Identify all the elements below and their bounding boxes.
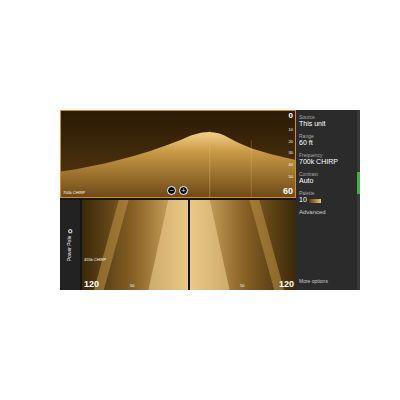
page: 0 10 20 30 40 50 60 700k CHIRP −+ Power Pole 455k … [0, 0, 400, 400]
zoom-button[interactable]: + [179, 186, 188, 195]
sonar-screen: 0 10 20 30 40 50 60 700k CHIRP −+ Power Pole 455k … [60, 110, 360, 290]
power-pole-icon [68, 229, 72, 233]
sidescan-image [190, 200, 296, 290]
zoom-button[interactable]: − [167, 186, 176, 195]
mid-label: 50 [240, 284, 244, 288]
menu-panel: SourceThis unit Range60 ft Frequency700k C… [296, 110, 360, 290]
range-label: 120 [279, 280, 294, 289]
mid-label: 50 [130, 284, 134, 288]
scale-tick: 50 [289, 175, 293, 179]
menu-value: 10 [299, 196, 307, 205]
sidescan-image [82, 200, 188, 290]
menu-item[interactable]: Advanced [299, 209, 354, 217]
scale-tick: 40 [289, 163, 293, 167]
menu-value: 700k CHIRP [299, 158, 338, 167]
sidescan-row: Power Pole 455k CHIRP 120 50 50 120 [60, 200, 296, 290]
menu-item[interactable]: Frequency700k CHIRP [299, 152, 354, 167]
menu-link[interactable]: Advanced [299, 209, 354, 217]
frequency-label: 700k CHIRP [63, 191, 85, 195]
scale-tick: 30 [289, 151, 293, 155]
downscan-panel: 0 10 20 30 40 50 60 700k CHIRP −+ [60, 110, 296, 198]
menu-label: Source [299, 114, 354, 120]
sidescan-right: 50 120 [190, 200, 296, 290]
menu-label: Frequency [299, 152, 354, 158]
menu-item[interactable]: Palette10 [299, 190, 354, 205]
menu-label: Range [299, 133, 354, 139]
more-options[interactable]: More options [299, 278, 354, 284]
scale-tick: 20 [289, 140, 293, 144]
menu-scrollbar [357, 110, 360, 290]
downscan-image [61, 111, 295, 197]
power-pole-label[interactable]: Power Pole [68, 235, 73, 261]
menu-value: Auto [299, 177, 313, 186]
menu-item[interactable]: Range60 ft [299, 133, 354, 148]
scale-tick: 10 [289, 128, 293, 132]
sidebar: Power Pole [60, 200, 80, 290]
menu-value: 60 ft [299, 139, 313, 148]
sonar-views: 0 10 20 30 40 50 60 700k CHIRP −+ Power Pole 455k … [60, 110, 296, 290]
zoom-controls: −+ [167, 186, 188, 195]
frequency-label: 455k CHIRP [84, 258, 106, 262]
scale-bottom: 60 [283, 187, 293, 196]
palette-swatch-icon [309, 199, 321, 203]
range-label: 120 [84, 280, 99, 289]
scale-top: 0 [289, 112, 293, 120]
menu-item[interactable]: ContrastAuto [299, 171, 354, 186]
menu-item[interactable]: SourceThis unit [299, 114, 354, 129]
menu-label: Palette [299, 190, 354, 196]
depth-scale: 0 10 20 30 40 50 60 [283, 112, 293, 196]
menu-value: This unit [299, 120, 325, 129]
sidescan-left: 455k CHIRP 120 50 [82, 200, 188, 290]
menu-label: Contrast [299, 171, 354, 177]
